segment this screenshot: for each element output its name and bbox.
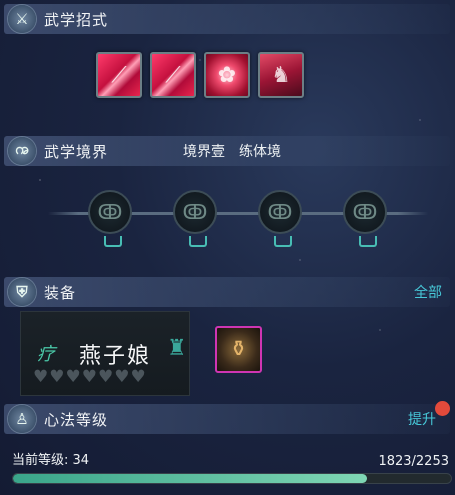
equip-section-header: ⛨ 装备 全部	[4, 277, 450, 307]
realm-section-title: 武学境界	[44, 142, 109, 161]
swirl-locked-icon: ↂ	[97, 200, 123, 224]
equip-section-title: 装备	[44, 283, 77, 302]
heart-icon: ♥	[49, 367, 65, 387]
realm-node-3[interactable]: ↂ	[258, 190, 302, 247]
swirl-locked-icon: ↂ	[267, 200, 293, 224]
swirl-locked-icon: ↂ	[182, 200, 208, 224]
skills-section-header: ⚔ 武学招式	[4, 4, 450, 34]
realm-stage: 练体境	[239, 144, 281, 160]
armor-icon: ⛨	[8, 278, 36, 306]
current-level: 当前等级: 34	[12, 453, 90, 468]
rose-icon: ✿	[217, 62, 237, 88]
notification-dot	[435, 401, 450, 416]
heal-tag: 疗	[37, 344, 55, 365]
realm-node-2[interactable]: ↂ	[173, 190, 217, 247]
slash-icon: ⟋	[111, 62, 127, 88]
heart-icon: ♥	[130, 367, 146, 387]
level-progress-bar	[12, 473, 452, 484]
sword-icon: ⚔	[8, 5, 36, 33]
skill-list: ⟋ ⟋ ✿ ♞	[96, 52, 304, 98]
heart-icon: ♥	[65, 367, 81, 387]
equipment-card[interactable]: 疗 燕子娘 ♜ ♥ ♥ ♥ ♥ ♥ ♥ ♥	[20, 311, 190, 396]
realm-node-1[interactable]: ↂ	[88, 190, 132, 247]
equipment-name: 燕子娘	[79, 344, 152, 369]
realm-node-4[interactable]: ↂ	[343, 190, 387, 247]
equip-all-link[interactable]: 全部	[414, 282, 442, 302]
skill-slot-1[interactable]: ⟋	[96, 52, 142, 98]
upgrade-button[interactable]: 提升	[408, 409, 436, 429]
swirl-icon: ꩠ	[8, 137, 36, 165]
swirl-locked-icon: ↂ	[352, 200, 378, 224]
slash-icon: ⟋	[165, 62, 181, 88]
realm-info: 境界壹 练体境	[183, 141, 281, 161]
mind-section-title: 心法等级	[44, 410, 109, 429]
skill-slot-2[interactable]: ⟋	[150, 52, 196, 98]
heart-icon: ♥	[98, 367, 114, 387]
skill-slot-4[interactable]: ♞	[258, 52, 304, 98]
heart-icon: ♥	[81, 367, 97, 387]
realm-name: 境界壹	[183, 144, 225, 160]
mind-section-header: ♙ 心法等级 提升	[4, 404, 450, 434]
heart-icon: ♥	[33, 367, 49, 387]
heart-rating: ♥ ♥ ♥ ♥ ♥ ♥ ♥	[33, 367, 146, 387]
warrior-icon: ♞	[271, 62, 291, 88]
treasure-chest-icon: ⚱	[229, 337, 248, 362]
meditation-icon: ♙	[8, 405, 36, 433]
equipment-item-slot[interactable]: ⚱	[215, 326, 262, 373]
skill-slot-3[interactable]: ✿	[204, 52, 250, 98]
exp-value: 1823/2253	[378, 454, 449, 469]
heart-icon: ♥	[114, 367, 130, 387]
skills-section-title: 武学招式	[44, 10, 109, 29]
level-progress-fill	[13, 474, 368, 483]
character-icon: ♜	[167, 336, 187, 361]
